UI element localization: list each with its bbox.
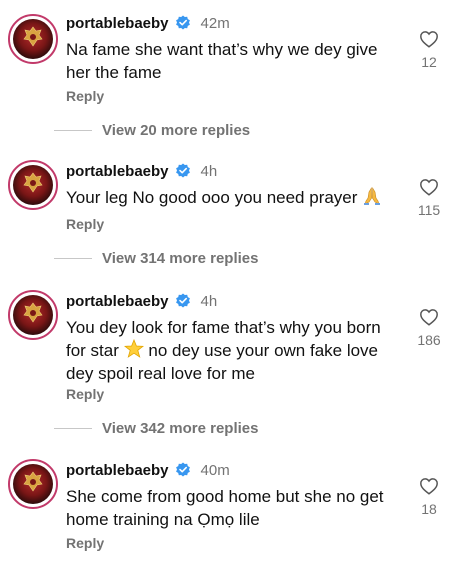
like-control[interactable]: 115: [414, 178, 444, 218]
comment-text: You dey look for fame that’s why you bor…: [66, 316, 396, 385]
like-control[interactable]: 18: [414, 477, 444, 517]
verified-badge-icon: [175, 293, 190, 308]
reply-button[interactable]: Reply: [66, 386, 104, 402]
reply-button[interactable]: Reply: [66, 216, 104, 232]
timestamp: 4h: [200, 292, 218, 310]
avatar[interactable]: [8, 290, 58, 340]
reply-button[interactable]: Reply: [66, 88, 104, 104]
heart-icon[interactable]: [419, 30, 439, 48]
avatar[interactable]: [8, 160, 58, 210]
like-count: 186: [417, 332, 441, 348]
avatar-image: [13, 19, 53, 59]
view-more-replies-label[interactable]: View 20 more replies: [102, 122, 250, 139]
verified-badge-icon: [175, 163, 190, 178]
avatar-image: [13, 165, 53, 205]
heart-icon[interactable]: [419, 477, 439, 495]
comment-text: She come from good home but she no get h…: [66, 487, 384, 529]
comment-text: Your leg No good ooo you need prayer: [66, 186, 396, 209]
like-count: 12: [421, 54, 437, 70]
username[interactable]: portablebaeby: [66, 462, 169, 479]
verified-badge-icon: [175, 462, 190, 477]
comment-header: portablebaeby 40m: [66, 459, 230, 481]
praying-hands-emoji-icon: [364, 186, 381, 205]
reply-button[interactable]: Reply: [66, 535, 104, 551]
divider-line: [54, 427, 92, 429]
divider-line: [54, 129, 92, 131]
like-count: 18: [421, 501, 437, 517]
avatar-image: [13, 464, 53, 504]
comment-header: portablebaeby 4h: [66, 160, 217, 182]
star-emoji-icon: [123, 339, 144, 358]
avatar-image: [13, 295, 53, 335]
crest-icon: [23, 26, 43, 47]
verified-badge-icon: [175, 15, 190, 30]
view-more-replies-label[interactable]: View 314 more replies: [102, 250, 258, 267]
view-more-replies[interactable]: View 20 more replies: [54, 120, 250, 140]
heart-icon[interactable]: [419, 308, 439, 326]
comment-header: portablebaeby 42m: [66, 12, 230, 34]
avatar[interactable]: [8, 459, 58, 509]
like-control[interactable]: 186: [414, 308, 444, 348]
heart-icon[interactable]: [419, 178, 439, 196]
view-more-replies[interactable]: View 314 more replies: [54, 248, 258, 268]
timestamp: 4h: [200, 162, 218, 180]
view-more-replies[interactable]: View 342 more replies: [54, 418, 258, 438]
comment-header: portablebaeby 4h: [66, 290, 217, 312]
timestamp: 42m: [200, 14, 230, 32]
username[interactable]: portablebaeby: [66, 293, 169, 310]
comment-text-body: Your leg No good ooo you need prayer: [66, 188, 358, 207]
divider-line: [54, 257, 92, 259]
view-more-replies-label[interactable]: View 342 more replies: [102, 420, 258, 437]
username[interactable]: portablebaeby: [66, 15, 169, 32]
crest-icon: [23, 302, 43, 323]
username[interactable]: portablebaeby: [66, 163, 169, 180]
like-control[interactable]: 12: [414, 30, 444, 70]
comment-text: Na fame she want that’s why we dey give …: [66, 40, 378, 82]
crest-icon: [23, 172, 43, 193]
avatar[interactable]: [8, 14, 58, 64]
crest-icon: [23, 471, 43, 492]
like-count: 115: [417, 202, 441, 218]
timestamp: 40m: [200, 461, 230, 479]
